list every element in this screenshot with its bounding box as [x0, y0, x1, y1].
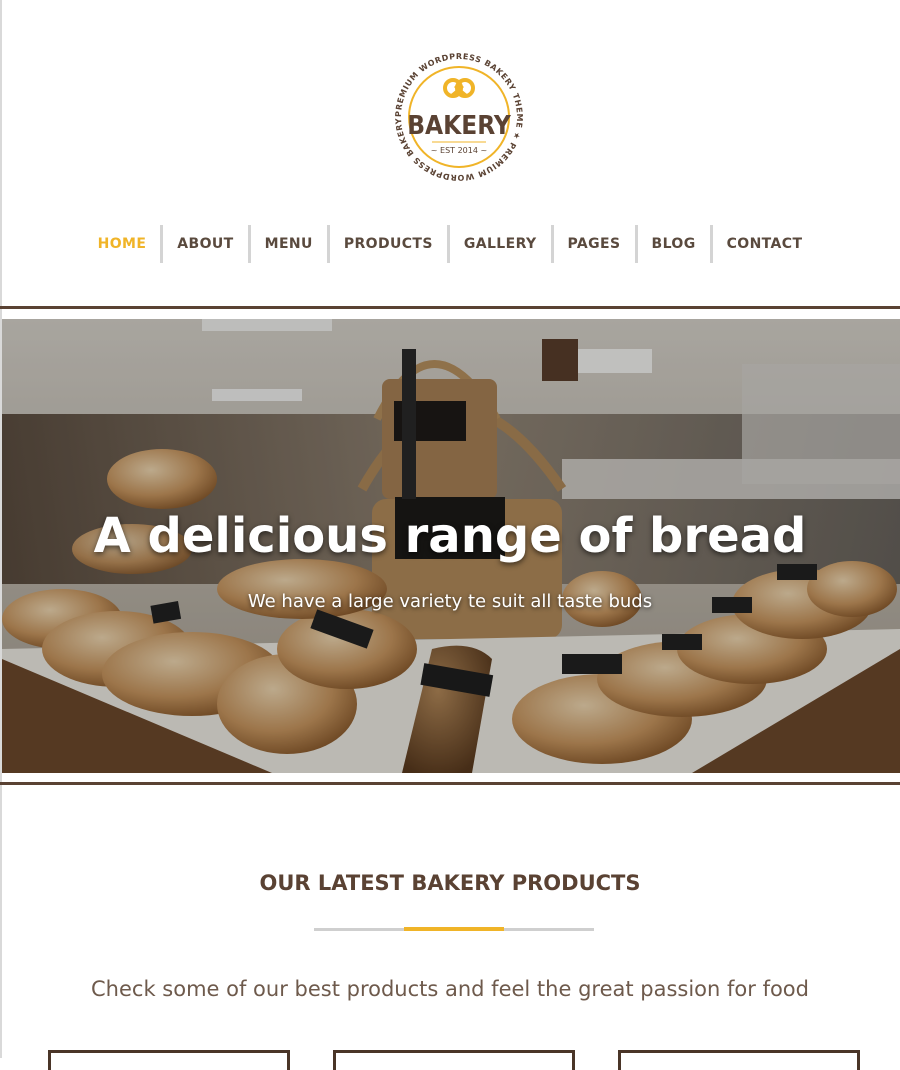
logo-name: BAKERY [407, 111, 512, 141]
header-rule [0, 306, 900, 309]
hero-subtitle: We have a large variety te suit all tast… [247, 591, 653, 612]
nav-about[interactable]: ABOUT [163, 224, 247, 264]
logo-est: ~ EST 2014 ~ [431, 146, 487, 155]
nav-products[interactable]: PRODUCTS [330, 224, 447, 264]
section-title: OUR LATEST BAKERY PRODUCTS [259, 871, 641, 895]
product-card[interactable] [618, 1050, 860, 1070]
bakery-logo[interactable]: PREMIUM WORDPRESS BAKERY THEME ★ PREMIUM… [386, 44, 532, 190]
nav-home[interactable]: HOME [84, 224, 161, 264]
logo-emblem: PREMIUM WORDPRESS BAKERY THEME ★ PREMIUM… [386, 44, 523, 182]
nav-blog[interactable]: BLOG [638, 224, 710, 264]
product-card[interactable] [48, 1050, 290, 1070]
pretzel-icon [443, 78, 475, 98]
hero-title: A delicious range of bread [93, 508, 807, 564]
hero-bottom-rule [0, 782, 900, 785]
nav-contact[interactable]: CONTACT [713, 224, 817, 264]
nav-pages[interactable]: PAGES [554, 224, 635, 264]
nav-menu[interactable]: MENU [251, 224, 327, 264]
section-divider-accent [404, 927, 504, 931]
section-subtitle: Check some of our best products and feel… [91, 977, 809, 1001]
main-nav: HOME ABOUT MENU PRODUCTS GALLERY PAGES B… [0, 224, 900, 264]
product-card[interactable] [333, 1050, 575, 1070]
nav-gallery[interactable]: GALLERY [450, 224, 551, 264]
